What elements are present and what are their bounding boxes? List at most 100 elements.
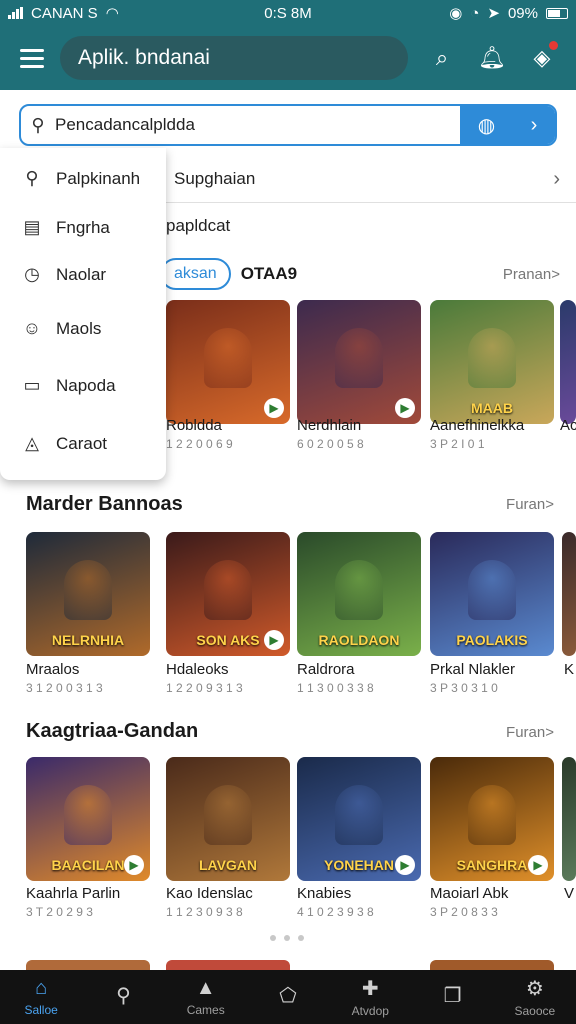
bottom-nav: ⌂ Salloe ⚲ ▲ Cames ⬠ ✚ Atvdop ❐ ⚙ Saooce — [0, 970, 576, 1024]
menu-item[interactable]: ☺ Maols — [22, 318, 102, 339]
tile-sub: 3 T 2 0 2 9 3 — [26, 905, 93, 919]
game-tile[interactable]: MAAB — [430, 300, 554, 424]
search-icon: ⚲ — [31, 114, 45, 135]
menu-item-label: Fngrha — [56, 217, 110, 237]
tile-art — [468, 328, 516, 388]
tile-name: Robldda — [166, 417, 222, 434]
search-icon: ⚲ — [25, 168, 39, 188]
apps-icon: ⬠ — [279, 985, 297, 1007]
game-tile[interactable]: ▶ — [166, 300, 290, 424]
section-more-link[interactable]: Furan> — [506, 724, 554, 741]
menu-item[interactable]: ◷ Naolar — [22, 264, 106, 285]
play-badge-icon: ▶ — [528, 855, 548, 875]
tile-name: Raldrora — [297, 661, 355, 678]
tile-art — [64, 560, 112, 620]
menu-item-label: Napoda — [56, 375, 116, 395]
hamburger-menu-icon[interactable] — [14, 40, 50, 76]
nav-label: Cames — [186, 1003, 225, 1017]
nav-add[interactable]: ✚ Atvdop — [329, 970, 411, 1024]
nav-home[interactable]: ⌂ Salloe — [0, 970, 82, 1024]
section-more-link[interactable]: Furan> — [506, 496, 554, 513]
tile-name: Nerdhlain — [297, 417, 362, 434]
nav-settings[interactable]: ⚙ Saooce — [494, 970, 576, 1024]
bell-icon[interactable]: 🔔︎ — [478, 45, 506, 71]
peek-tile — [26, 960, 150, 970]
section-title: Kaagtriaa-Gandan — [26, 720, 199, 742]
tile-art — [204, 785, 252, 845]
nav-games[interactable]: ▲ Cames — [165, 970, 247, 1024]
tile-name: K — [564, 661, 575, 678]
tile-art — [335, 328, 383, 388]
search-go-button[interactable]: ◍ › — [460, 106, 555, 144]
tile-caption: NELRNHIA — [51, 632, 125, 648]
tile-sub: 1 2 2 0 9 3 1 3 — [166, 681, 243, 695]
battery-icon — [546, 7, 568, 19]
tile-name: V — [564, 885, 575, 902]
game-tile[interactable]: PAOLAKIS — [430, 532, 554, 656]
tile-sub: 3 P 3 0 3 1 0 — [430, 681, 498, 695]
game-tile[interactable]: SON AKS ▶ — [166, 532, 290, 656]
carrier-label: CANAN S — [31, 4, 98, 22]
game-tile[interactable]: SANGHRA ▶ — [430, 757, 554, 881]
wifi-strength-icon: ◔ — [470, 4, 480, 22]
status-bar: CANAN S ◠ 0:S 8M ◉ ◔ ➤ 09% — [0, 0, 576, 26]
game-tile[interactable]: NELRNHIA — [26, 532, 150, 656]
chips-row: aksan OTAA9 Pranan> — [160, 256, 570, 292]
search-input[interactable]: Pencadancalpldda — [55, 115, 460, 135]
game-tile[interactable]: YONEHAN ▶ — [297, 757, 421, 881]
nav-label: Saooce — [514, 1004, 556, 1018]
tile-caption: LAVGAN — [198, 857, 258, 873]
chevron-right-icon: › — [553, 167, 560, 190]
tile-sub: 3 P 2 I 0 1 — [430, 437, 485, 451]
game-tile[interactable] — [560, 300, 576, 424]
search-bar[interactable]: ⚲ Pencadancalpldda ◍ › — [19, 104, 557, 146]
menu-item[interactable]: ◬ Caraot — [22, 433, 107, 454]
notification-badge — [549, 41, 558, 50]
search-icon[interactable]: ⌕ — [428, 45, 456, 71]
chips-row-text: OTAA9 — [240, 264, 298, 283]
app-title[interactable]: Aplik. bndanai — [60, 36, 408, 80]
suggestion-row[interactable]: Supghaian › — [174, 167, 564, 191]
clock-icon: ◷ — [24, 264, 40, 284]
tile-caption: RAOLDAON — [318, 632, 400, 648]
tile-caption: MAAB — [471, 400, 513, 416]
tile-sub: 4 1 0 2 3 9 3 8 — [297, 905, 374, 919]
nav-book[interactable]: ❐ — [411, 970, 493, 1024]
menu-item[interactable]: ⚲ Palpkinanh — [22, 168, 140, 189]
play-badge-icon: ▶ — [264, 398, 284, 418]
menu-item[interactable]: ▤ Fngrha — [22, 217, 110, 238]
suggestion-label: Supghaian — [174, 169, 256, 188]
signal-icon — [8, 7, 23, 19]
alarm-icon: ◉ — [449, 5, 463, 22]
book-icon: ❐ — [443, 985, 462, 1007]
nav-label: Atvdop — [351, 1004, 389, 1018]
search-icon: ⚲ — [116, 985, 131, 1007]
tile-art — [64, 785, 112, 845]
nav-search[interactable]: ⚲ — [82, 970, 164, 1024]
filter-chip[interactable]: aksan — [160, 258, 231, 290]
peek-tile — [430, 960, 554, 970]
tile-sub: 1 1 2 3 0 9 3 8 — [166, 905, 243, 919]
settings-icon: ⚙ — [525, 978, 544, 1000]
tile-name: Mraalos — [26, 661, 80, 678]
tile-art — [204, 328, 252, 388]
nav-apps[interactable]: ⬠ — [247, 970, 329, 1024]
battery-percent: 09% — [507, 4, 538, 22]
game-tile[interactable] — [562, 757, 576, 881]
game-tile[interactable]: BAACILAN ▶ — [26, 757, 150, 881]
notification-icon[interactable]: ◈ — [528, 41, 558, 71]
tile-caption: PAOLAKIS — [456, 632, 528, 648]
tile-art — [468, 560, 516, 620]
chevron-icon: › — [530, 113, 538, 136]
subheading: papldcat — [166, 216, 231, 235]
play-badge-icon: ▶ — [264, 630, 284, 650]
game-tile[interactable]: ▶ — [297, 300, 421, 424]
game-tile[interactable]: LAVGAN — [166, 757, 290, 881]
more-link[interactable]: Pranan> — [503, 266, 570, 283]
game-tile[interactable] — [562, 532, 576, 656]
game-tile[interactable]: RAOLDAON — [297, 532, 421, 656]
tile-sub: 3 P 2 0 8 3 3 — [430, 905, 498, 919]
tile-name: Maoiarl Abk — [430, 885, 509, 902]
menu-item[interactable]: ▭ Napoda — [22, 375, 116, 396]
games-icon: ▲ — [195, 977, 216, 999]
